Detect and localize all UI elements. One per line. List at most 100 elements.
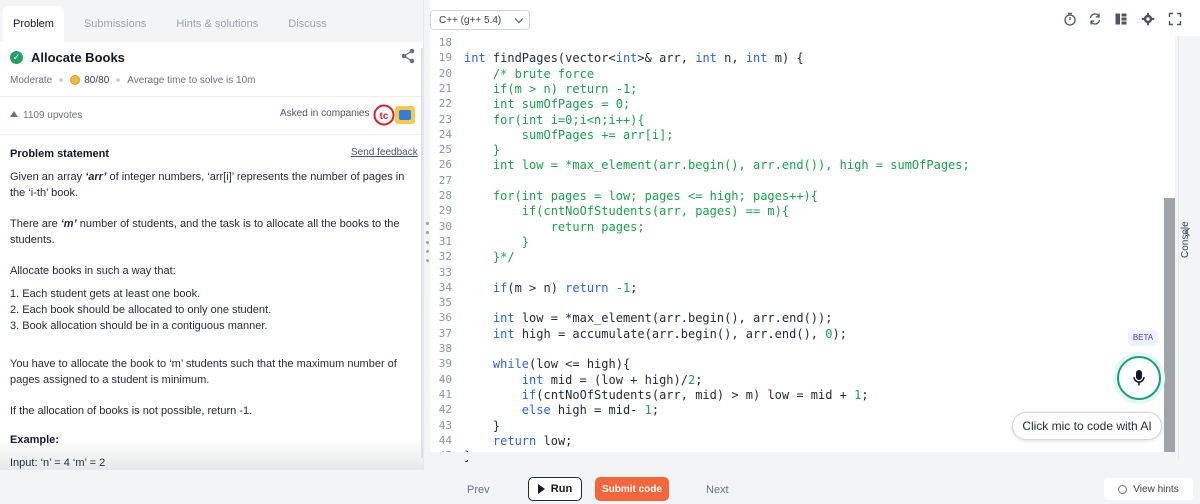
line-number: 42: [438, 403, 452, 417]
divider: [0, 134, 423, 135]
line-number: 34: [438, 280, 452, 294]
statement-paragraph: If the allocation of books is not possib…: [10, 405, 253, 417]
code-line[interactable]: if(m > n) return -1;: [464, 281, 638, 295]
console-label[interactable]: Console: [1180, 221, 1191, 258]
line-number: 44: [438, 433, 452, 447]
line-number: 26: [438, 158, 452, 172]
line-number: 41: [438, 387, 452, 401]
line-number: 32: [438, 250, 452, 264]
code-line[interactable]: }: [464, 419, 500, 433]
separator-dot: [59, 78, 64, 82]
fullscreen-icon[interactable]: [1168, 12, 1182, 26]
tab-bar: Problem Submissions Hints & solutions Di…: [0, 0, 423, 42]
separator-dot: [116, 78, 121, 82]
line-number: 36: [438, 311, 452, 325]
code-line[interactable]: for(int i=0;i<n;i++){: [464, 113, 645, 127]
beta-badge: BETA: [1128, 330, 1158, 346]
prev-button[interactable]: Prev: [467, 484, 490, 496]
next-button[interactable]: Next: [706, 484, 729, 496]
bulb-icon: [1118, 484, 1128, 494]
code-line[interactable]: else high = mid- 1;: [464, 403, 659, 417]
mic-hint[interactable]: Click mic to code with AI: [1012, 412, 1162, 440]
code-line[interactable]: if(cntNoOfStudents(arr, mid) > m) low = …: [464, 388, 869, 402]
code-line[interactable]: sumOfPages += arr[i];: [464, 128, 674, 142]
line-number: 38: [438, 342, 452, 355]
editor-hscrollbar[interactable]: [430, 452, 1175, 460]
line-number: 24: [438, 127, 452, 141]
layout-icon[interactable]: [1114, 12, 1128, 26]
code-line[interactable]: int findPages(vector<int>& arr, int n, i…: [464, 51, 804, 65]
upvote-icon: [10, 111, 18, 117]
problem-title-row: ✓ Allocate Books: [10, 48, 125, 66]
view-hints-button[interactable]: View hints: [1104, 478, 1193, 500]
line-number: 30: [438, 219, 452, 233]
statement-paragraph: Allocate books in such a way that:: [10, 265, 176, 277]
code-editor[interactable]: 18 19 int findPages(vector<int>& arr, int …: [430, 36, 1175, 463]
code-line[interactable]: int low = *max_element(arr.begin(), arr.…: [464, 311, 833, 325]
line-number: 35: [438, 296, 452, 310]
line-number: 40: [438, 372, 452, 386]
line-number: 43: [438, 418, 452, 432]
line-number: 18: [438, 36, 452, 49]
line-number: 20: [438, 66, 452, 80]
code-line[interactable]: if(m > n) return -1;: [464, 82, 638, 96]
code-line[interactable]: int sumOfPages = 0;: [464, 97, 630, 111]
gear-icon[interactable]: [1141, 12, 1155, 26]
divider: [0, 96, 423, 97]
line-number: 19: [438, 51, 452, 65]
share-icon[interactable]: [400, 48, 416, 64]
code-line[interactable]: int high = accumulate(arr.begin(), arr.e…: [464, 327, 847, 341]
line-number: 37: [438, 326, 452, 340]
line-number: 23: [438, 112, 452, 126]
line-number: 29: [438, 204, 452, 218]
code-line[interactable]: int low = *max_element(arr.begin(), arr.…: [464, 158, 970, 172]
problem-title: Allocate Books: [31, 49, 125, 65]
company-logos[interactable]: tc: [373, 104, 417, 126]
submit-code-button[interactable]: Submit code: [595, 477, 669, 501]
svg-text:tc: tc: [380, 111, 389, 122]
code-line[interactable]: return low;: [464, 434, 572, 448]
code-line[interactable]: return pages;: [464, 220, 645, 234]
statement-paragraph: There are ‘m’ number of students, and th…: [10, 218, 400, 246]
code-line[interactable]: if(cntNoOfStudents(arr, pages) == m){: [464, 204, 789, 218]
upvote-count: 1109 upvotes: [23, 109, 83, 121]
coin-icon: [70, 75, 81, 85]
refresh-icon[interactable]: [1088, 12, 1102, 26]
tab-submissions[interactable]: Submissions: [74, 6, 156, 42]
editor-toolbar: [430, 0, 1200, 36]
run-button[interactable]: Run: [528, 477, 582, 501]
avg-time: Average time to solve is 10m: [127, 74, 256, 86]
mic-icon: [1133, 370, 1145, 386]
language-select[interactable]: C++ (g++ 5.4): [430, 10, 530, 30]
view-hints-label: View hints: [1133, 483, 1179, 495]
language-value: C++ (g++ 5.4): [439, 14, 502, 26]
list-item: 3. Book allocation should be in a contig…: [10, 320, 268, 332]
play-icon: [537, 484, 545, 494]
code-line[interactable]: }*/: [464, 250, 515, 264]
send-feedback-link[interactable]: Send feedback: [351, 147, 418, 158]
code-line[interactable]: }: [464, 143, 500, 157]
list-item: 1. Each student gets at least one book.: [10, 288, 201, 300]
line-number: 22: [438, 97, 452, 111]
difficulty-label: Moderate: [10, 74, 53, 86]
problem-meta: Moderate 80/80 Average time to solve is …: [10, 73, 256, 87]
asked-in-label: Asked in companies: [280, 108, 370, 119]
code-line[interactable]: /* brute force: [464, 67, 594, 81]
scrollbar[interactable]: [421, 48, 423, 458]
editor-scrollbar[interactable]: [1164, 198, 1175, 452]
statement-paragraph: You have to allocate the book to ‘m’ stu…: [10, 358, 397, 386]
code-line[interactable]: for(int pages = low; pages <= high; page…: [464, 189, 818, 203]
upvote-button[interactable]: 1109 upvotes: [10, 106, 82, 124]
resize-handle[interactable]: [426, 222, 429, 262]
tab-discuss[interactable]: Discuss: [278, 6, 337, 42]
code-line[interactable]: }: [464, 235, 529, 249]
mic-button[interactable]: [1117, 356, 1161, 400]
code-line[interactable]: int mid = (low + high)/2;: [464, 373, 703, 387]
line-number: 27: [438, 173, 452, 187]
tab-hints-solutions[interactable]: Hints & solutions: [166, 6, 268, 42]
chevron-down-icon: [514, 14, 524, 24]
timer-icon[interactable]: [1063, 12, 1077, 26]
code-line[interactable]: while(low <= high){: [464, 357, 630, 371]
tab-problem[interactable]: Problem: [3, 6, 64, 42]
example-input: Input: ‘n’ = 4 ‘m’ = 2: [10, 457, 106, 469]
